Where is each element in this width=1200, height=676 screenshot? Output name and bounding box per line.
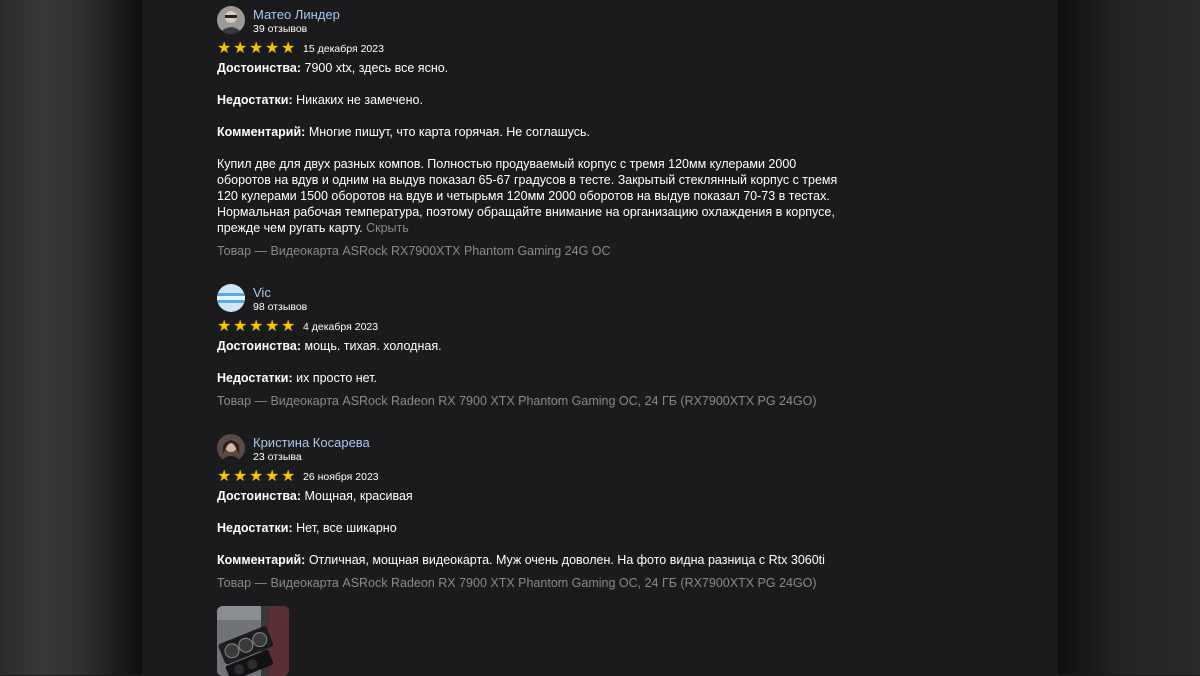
review-date: 15 декабря 2023 bbox=[303, 43, 384, 55]
star-icon: ★ bbox=[249, 318, 263, 335]
pros-text: мощь. тихая. холодная. bbox=[304, 339, 442, 353]
review-card: Кристина Косарева 23 отзыва ★ ★ ★ ★ ★ 26 ноя… bbox=[217, 434, 857, 591]
author-reviews-count: 39 отзывов bbox=[253, 23, 308, 35]
rating-row: ★ ★ ★ ★ ★ 26 ноября 2023 bbox=[217, 468, 857, 488]
review-date: 26 ноября 2023 bbox=[303, 471, 379, 483]
author-name[interactable]: Матео Линдер bbox=[253, 7, 340, 22]
review-header: Кристина Косарева 23 отзыва bbox=[217, 434, 857, 466]
review-comment: Комментарий: Отличная, мощная видеокарта… bbox=[217, 552, 857, 568]
product-link[interactable]: Товар — Видеокарта ASRock Radeon RX 7900… bbox=[217, 575, 857, 591]
pros-label: Достоинства: bbox=[217, 339, 302, 353]
comment-line: Нормальная рабочая температура, поэтому … bbox=[217, 205, 835, 219]
avatar[interactable] bbox=[217, 284, 245, 312]
hide-comment-link[interactable]: Скрыть bbox=[366, 221, 409, 235]
pros-label: Достоинства: bbox=[217, 61, 302, 75]
star-icon: ★ bbox=[281, 318, 295, 335]
star-icon: ★ bbox=[265, 468, 279, 485]
review-pros: Достоинства: 7900 xtx, здесь все ясно. bbox=[217, 60, 857, 76]
star-icon: ★ bbox=[265, 318, 279, 335]
star-icon: ★ bbox=[281, 468, 295, 485]
comment-text: Отличная, мощная видеокарта. Муж очень д… bbox=[308, 553, 825, 567]
product-link[interactable]: Товар — Видеокарта ASRock Radeon RX 7900… bbox=[217, 393, 857, 409]
rating-row: ★ ★ ★ ★ ★ 4 декабря 2023 bbox=[217, 318, 857, 338]
review-card: Vic 98 отзывов ★ ★ ★ ★ ★ 4 декабря 2023 Дост… bbox=[217, 284, 857, 409]
comment-line: Купил две для двух разных компов. Полнос… bbox=[217, 157, 797, 171]
rating-stars: ★ ★ ★ ★ ★ bbox=[217, 468, 297, 486]
pros-text: 7900 xtx, здесь все ясно. bbox=[304, 61, 449, 75]
star-icon: ★ bbox=[217, 468, 231, 485]
review-pros: Достоинства: Мощная, красивая bbox=[217, 488, 857, 504]
avatar[interactable] bbox=[217, 434, 245, 462]
avatar[interactable] bbox=[217, 6, 245, 34]
cons-label: Недостатки: bbox=[217, 371, 293, 385]
reviews-panel: Матео Линдер 39 отзывов ★ ★ ★ ★ ★ 15 декабря… bbox=[142, 0, 1058, 676]
review-header: Матео Линдер 39 отзывов bbox=[217, 6, 857, 38]
star-icon: ★ bbox=[249, 40, 263, 57]
review-photo-thumbnail[interactable] bbox=[217, 606, 289, 676]
cons-text: Нет, все шикарно bbox=[296, 521, 397, 535]
cons-text: Никаких не замечено. bbox=[296, 93, 423, 107]
star-icon: ★ bbox=[233, 40, 247, 57]
comment-text: Многие пишут, что карта горячая. Не согл… bbox=[308, 125, 590, 139]
pros-text: Мощная, красивая bbox=[304, 489, 413, 503]
comment-line: прежде чем ругать карту. bbox=[217, 221, 363, 235]
review-cons: Недостатки: их просто нет. bbox=[217, 370, 857, 386]
author-name[interactable]: Vic bbox=[253, 285, 271, 300]
review-date: 4 декабря 2023 bbox=[303, 321, 379, 333]
review-comment: Комментарий: Многие пишут, что карта гор… bbox=[217, 124, 857, 140]
star-icon: ★ bbox=[233, 468, 247, 485]
star-icon: ★ bbox=[217, 318, 231, 335]
comment-label: Комментарий: bbox=[217, 125, 306, 139]
comment-line: 120 кулерами 1500 оборотов на вдув и чет… bbox=[217, 189, 830, 203]
review-header: Vic 98 отзывов bbox=[217, 284, 857, 316]
cons-label: Недостатки: bbox=[217, 521, 293, 535]
author-reviews-count: 23 отзыва bbox=[253, 451, 302, 463]
review-pros: Достоинства: мощь. тихая. холодная. bbox=[217, 338, 857, 354]
rating-row: ★ ★ ★ ★ ★ 15 декабря 2023 bbox=[217, 40, 857, 60]
comment-line: оборотов на вдув и одним на выдув показа… bbox=[217, 173, 838, 187]
author-name[interactable]: Кристина Косарева bbox=[253, 435, 370, 450]
cons-label: Недостатки: bbox=[217, 93, 293, 107]
star-icon: ★ bbox=[249, 468, 263, 485]
review-cons: Недостатки: Нет, все шикарно bbox=[217, 520, 857, 536]
star-icon: ★ bbox=[217, 40, 231, 57]
cons-text: их просто нет. bbox=[296, 371, 378, 385]
comment-label: Комментарий: bbox=[217, 553, 306, 567]
product-link[interactable]: Товар — Видеокарта ASRock RX7900XTX Phan… bbox=[217, 243, 857, 259]
review-card: Матео Линдер 39 отзывов ★ ★ ★ ★ ★ 15 декабря… bbox=[217, 6, 857, 259]
author-reviews-count: 98 отзывов bbox=[253, 301, 308, 313]
rating-stars: ★ ★ ★ ★ ★ bbox=[217, 318, 297, 336]
star-icon: ★ bbox=[233, 318, 247, 335]
pros-label: Достоинства: bbox=[217, 489, 302, 503]
left-backdrop bbox=[0, 0, 142, 675]
right-backdrop bbox=[1058, 0, 1200, 675]
star-icon: ★ bbox=[265, 40, 279, 57]
star-icon: ★ bbox=[281, 40, 295, 57]
review-cons: Недостатки: Никаких не замечено. bbox=[217, 92, 857, 108]
comment-line-last: прежде чем ругать карту. Скрыть bbox=[217, 220, 857, 236]
rating-stars: ★ ★ ★ ★ ★ bbox=[217, 40, 297, 58]
